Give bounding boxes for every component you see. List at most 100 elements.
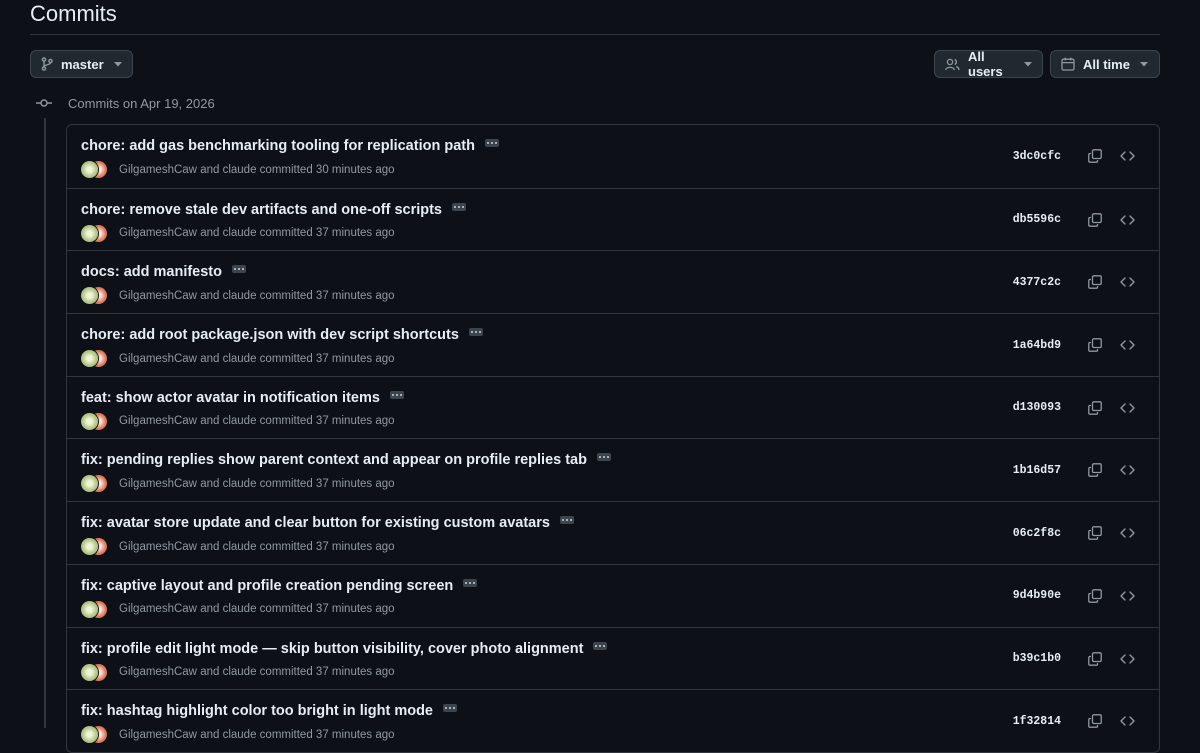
branch-select-button[interactable]: master	[30, 50, 133, 78]
commit-message-link[interactable]: feat: show actor avatar in notification …	[81, 390, 380, 406]
copy-icon[interactable]	[1085, 273, 1105, 291]
commit-message-link[interactable]: fix: captive layout and profile creation…	[81, 578, 453, 594]
code-icon[interactable]	[1117, 211, 1137, 229]
commit-sha-link[interactable]: 3dc0cfc	[1013, 150, 1061, 163]
author-avatars[interactable]	[81, 475, 107, 493]
avatar	[81, 161, 98, 178]
avatar	[81, 600, 98, 618]
code-icon[interactable]	[1117, 712, 1137, 730]
ellipsis-icon[interactable]	[596, 453, 611, 462]
commit-sha-link[interactable]: d130093	[1013, 401, 1061, 414]
code-icon[interactable]	[1117, 336, 1137, 354]
author-avatars[interactable]	[81, 350, 107, 368]
author-link[interactable]: GilgameshCaw	[119, 603, 197, 615]
ellipsis-icon[interactable]	[463, 578, 478, 587]
author-avatars[interactable]	[81, 600, 107, 618]
commit-message-link[interactable]: docs: add manifesto	[81, 264, 222, 280]
copy-icon[interactable]	[1085, 712, 1105, 730]
and-text: and	[200, 352, 220, 365]
ellipsis-icon[interactable]	[389, 390, 404, 399]
author-avatars[interactable]	[81, 726, 107, 744]
coauthor-link[interactable]: claude	[223, 415, 257, 427]
author-link[interactable]: GilgameshCaw	[119, 729, 197, 741]
ellipsis-icon[interactable]	[232, 265, 246, 274]
time-filter-button[interactable]: All time	[1050, 50, 1160, 78]
author-avatars[interactable]	[81, 224, 107, 242]
author-link[interactable]: GilgameshCaw	[119, 164, 197, 176]
author-avatars[interactable]	[81, 663, 107, 681]
copy-icon[interactable]	[1085, 524, 1105, 542]
coauthor-link[interactable]: claude	[223, 541, 257, 553]
commit-time: 37 minutes ago	[315, 352, 395, 365]
commit-message-link[interactable]: fix: profile edit light mode — skip butt…	[81, 641, 583, 657]
ellipsis-icon[interactable]	[443, 704, 457, 713]
commit-message-link[interactable]: chore: remove stale dev artifacts and on…	[81, 202, 442, 218]
commit-message-link[interactable]: chore: add root package.json with dev sc…	[81, 327, 459, 343]
users-filter-button[interactable]: All users	[934, 49, 1043, 79]
coauthor-link[interactable]: claude	[223, 603, 257, 615]
code-icon[interactable]	[1117, 273, 1137, 291]
coauthor-link[interactable]: claude	[223, 227, 257, 239]
commit-sha-link[interactable]: b39c1b0	[1013, 652, 1061, 665]
and-text: and	[200, 603, 220, 616]
committed-text: committed	[259, 603, 313, 616]
title-divider	[30, 34, 1160, 35]
committed-text: committed	[259, 728, 313, 741]
coauthor-link[interactable]: claude	[223, 164, 257, 176]
commit-row: fix: pending replies show parent context…	[67, 438, 1159, 501]
coauthor-link[interactable]: claude	[223, 478, 257, 490]
commit-sha-link[interactable]: 9d4b90e	[1013, 589, 1061, 602]
author-link[interactable]: GilgameshCaw	[119, 290, 197, 302]
ellipsis-icon[interactable]	[452, 202, 466, 211]
copy-icon[interactable]	[1085, 587, 1105, 605]
author-avatars[interactable]	[81, 538, 107, 556]
commit-row: chore: add gas benchmarking tooling for …	[67, 125, 1159, 188]
commit-message-link[interactable]: fix: pending replies show parent context…	[81, 452, 587, 468]
commit-sha-link[interactable]: 1a64bd9	[1013, 339, 1061, 352]
coauthor-link[interactable]: claude	[223, 729, 257, 741]
commit-message-link[interactable]: chore: add gas benchmarking tooling for …	[81, 138, 475, 154]
copy-icon[interactable]	[1085, 650, 1105, 668]
copy-icon[interactable]	[1085, 461, 1105, 479]
copy-icon[interactable]	[1085, 147, 1105, 165]
avatar	[81, 350, 98, 368]
commit-message-link[interactable]: fix: avatar store update and clear butto…	[81, 515, 550, 531]
author-link[interactable]: GilgameshCaw	[119, 227, 197, 239]
commit-row: docs: add manifesto GilgameshCaw and cla…	[67, 250, 1159, 313]
commit-row: feat: show actor avatar in notification …	[67, 375, 1159, 439]
branch-label: master	[61, 56, 104, 72]
code-icon[interactable]	[1117, 650, 1137, 668]
ellipsis-icon[interactable]	[484, 139, 499, 147]
commit-row: fix: hashtag highlight color too bright …	[67, 689, 1159, 752]
code-icon[interactable]	[1117, 399, 1137, 417]
ellipsis-icon[interactable]	[593, 641, 608, 650]
coauthor-link[interactable]: claude	[223, 666, 257, 678]
coauthor-link[interactable]: claude	[223, 353, 257, 365]
author-link[interactable]: GilgameshCaw	[119, 666, 197, 678]
commit-time: 37 minutes ago	[315, 603, 395, 616]
coauthor-link[interactable]: claude	[223, 290, 257, 302]
commit-sha-link[interactable]: db5596c	[1013, 213, 1061, 226]
commit-sha-link[interactable]: 06c2f8c	[1013, 527, 1061, 540]
time-filter-label: All time	[1083, 56, 1130, 72]
code-icon[interactable]	[1117, 461, 1137, 479]
author-link[interactable]: GilgameshCaw	[119, 541, 197, 553]
ellipsis-icon[interactable]	[468, 328, 483, 337]
author-link[interactable]: GilgameshCaw	[119, 478, 197, 490]
copy-icon[interactable]	[1085, 211, 1105, 229]
author-link[interactable]: GilgameshCaw	[119, 353, 197, 365]
author-link[interactable]: GilgameshCaw	[119, 415, 197, 427]
commit-sha-link[interactable]: 1b16d57	[1013, 464, 1061, 477]
code-icon[interactable]	[1117, 147, 1137, 165]
ellipsis-icon[interactable]	[559, 516, 574, 525]
author-avatars[interactable]	[81, 412, 107, 430]
author-avatars[interactable]	[81, 161, 107, 178]
copy-icon[interactable]	[1085, 399, 1105, 417]
copy-icon[interactable]	[1085, 336, 1105, 354]
commit-sha-link[interactable]: 1f32814	[1013, 715, 1061, 728]
commit-sha-link[interactable]: 4377c2c	[1013, 276, 1061, 289]
code-icon[interactable]	[1117, 587, 1137, 605]
code-icon[interactable]	[1117, 524, 1137, 542]
author-avatars[interactable]	[81, 287, 107, 305]
commit-message-link[interactable]: fix: hashtag highlight color too bright …	[81, 703, 433, 719]
